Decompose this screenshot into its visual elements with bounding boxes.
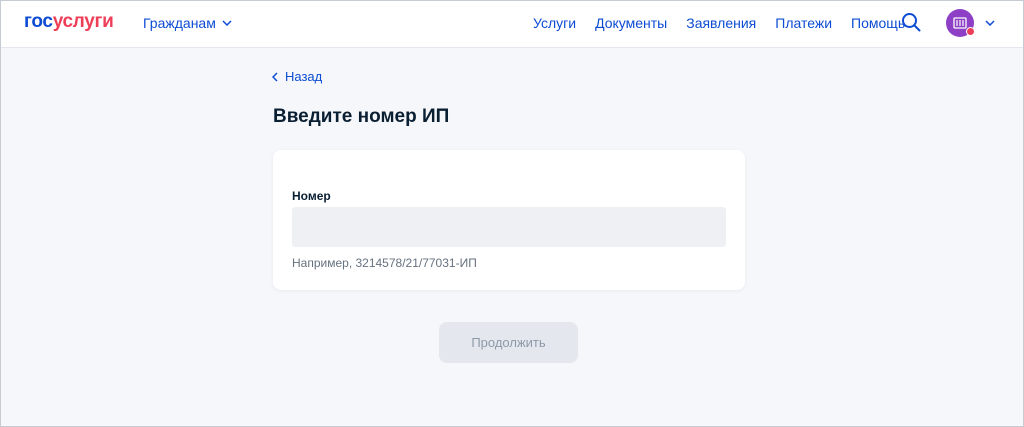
continue-button[interactable]: Продолжить (439, 322, 578, 363)
back-label: Назад (285, 69, 323, 84)
form-card: Номер Например, 3214578/21/77031-ИП (273, 150, 745, 290)
user-menu-chevron-icon[interactable] (985, 20, 995, 26)
nav-item-payments[interactable]: Платежи (775, 15, 832, 31)
nav-item-help[interactable]: Помощь (851, 15, 905, 31)
top-header: госуслуги Гражданам Услуги Документы Зая… (0, 0, 1024, 48)
audience-dropdown[interactable]: Гражданам (143, 15, 232, 31)
notification-badge (966, 27, 975, 36)
audience-label: Гражданам (143, 15, 216, 31)
logo-part1: гос (24, 11, 53, 32)
logo-part2: услуги (52, 11, 114, 32)
chevron-down-icon (222, 20, 232, 26)
number-field-label: Номер (292, 189, 331, 203)
nav-item-applications[interactable]: Заявления (686, 15, 756, 31)
number-field-hint: Например, 3214578/21/77031-ИП (292, 256, 477, 270)
number-input[interactable] (292, 207, 726, 247)
nav-item-services[interactable]: Услуги (533, 15, 576, 31)
page-title: Введите номер ИП (273, 106, 450, 127)
user-avatar[interactable] (946, 9, 975, 37)
nav-item-documents[interactable]: Документы (595, 15, 667, 31)
back-link[interactable]: Назад (272, 69, 322, 84)
user-avatar-icon (953, 17, 967, 29)
gosuslugi-logo[interactable]: госуслуги (24, 11, 114, 33)
search-icon[interactable] (901, 12, 921, 32)
chevron-left-icon (272, 71, 278, 82)
main-nav: Услуги Документы Заявления Платежи Помощ… (533, 15, 905, 31)
